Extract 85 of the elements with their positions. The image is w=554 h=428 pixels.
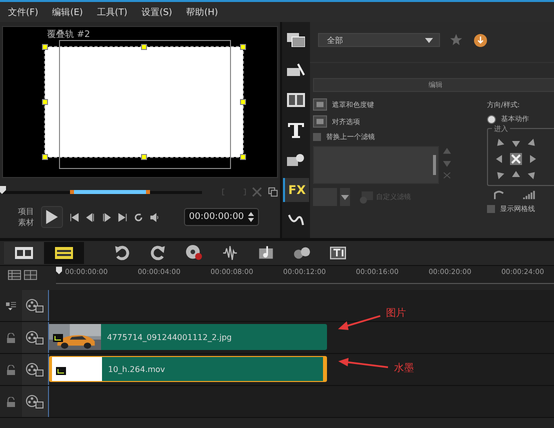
play-icon (46, 210, 58, 224)
resize-handle[interactable] (42, 99, 48, 105)
direction-arrow-icon[interactable] (526, 169, 538, 181)
annotation-text: 水墨 (394, 362, 414, 375)
circles-icon[interactable] (294, 245, 310, 261)
menu-item[interactable]: 文件(F) (8, 6, 38, 18)
lock-icon[interactable] (6, 332, 16, 342)
chapter-icon[interactable] (24, 270, 37, 280)
storyboard-icon (15, 247, 33, 259)
copy-icon[interactable] (268, 187, 278, 197)
radio-button[interactable] (487, 114, 496, 124)
resize-handle[interactable] (141, 44, 147, 50)
play-button[interactable] (41, 206, 63, 228)
mode-label[interactable]: 项目 (18, 206, 34, 217)
video-thumbnail (52, 357, 102, 381)
spinner-arrows-icon[interactable] (248, 211, 254, 223)
mode-label[interactable]: 素材 (18, 217, 34, 228)
resize-handle[interactable] (240, 154, 246, 160)
resize-handle[interactable] (240, 99, 246, 105)
library-tab[interactable]: FX (283, 178, 309, 202)
clip-badge-icon (53, 334, 63, 342)
motion-icon[interactable] (493, 190, 505, 200)
track-lane[interactable]: 4775714_091244001112_2.jpg (49, 322, 554, 353)
dropdown-button[interactable] (340, 188, 350, 206)
resize-handle[interactable] (42, 44, 48, 50)
lock-icon[interactable] (6, 364, 16, 374)
template-icon (287, 63, 305, 77)
film-reel-icon (26, 394, 44, 408)
go-to-start-icon[interactable] (70, 212, 79, 222)
undo-icon[interactable] (114, 245, 130, 261)
path-icon (287, 213, 305, 227)
signal-bars-icon[interactable] (523, 190, 535, 200)
annotation-text: 图片 (386, 306, 406, 320)
image-clip[interactable]: 4775714_091244001112_2.jpg (49, 324, 327, 350)
transition-icon (287, 153, 305, 167)
resize-handle[interactable] (42, 154, 48, 160)
menu-item[interactable]: 编辑(E) (52, 6, 83, 18)
direction-arrow-icon[interactable] (494, 137, 506, 149)
resize-handle[interactable] (240, 44, 246, 50)
volume-icon[interactable] (150, 212, 159, 222)
film-reel-icon (26, 330, 44, 344)
menu-item[interactable]: 设置(S) (141, 6, 172, 18)
checkbox[interactable] (487, 205, 495, 213)
title-icon[interactable] (330, 245, 346, 261)
direction-arrow-icon[interactable] (494, 169, 506, 181)
track-manager-icon[interactable] (8, 270, 21, 280)
download-icon[interactable] (474, 34, 487, 46)
timeline-icon (55, 247, 73, 259)
film-reel-icon (26, 298, 44, 312)
music-icon[interactable] (258, 245, 274, 261)
timecode-field[interactable]: 00:00:00:00 (184, 208, 259, 226)
playhead-handle[interactable] (0, 186, 6, 194)
menu-item[interactable]: 工具(T) (96, 6, 128, 18)
redo-icon[interactable] (150, 245, 166, 261)
split-panel-icon (287, 93, 305, 107)
clip-badge-icon (56, 367, 66, 375)
timeline-view-button[interactable] (44, 242, 84, 264)
caret-icon (425, 38, 433, 42)
center-icon[interactable] (510, 153, 522, 165)
menu-item[interactable]: 帮助(H) (186, 6, 218, 18)
lock-icon[interactable] (6, 396, 16, 406)
overlay-label: 覆叠轨 #2 (47, 28, 90, 41)
track-options-icon[interactable] (6, 300, 16, 310)
audio-wave-icon[interactable] (222, 245, 238, 261)
resize-handle[interactable] (141, 154, 147, 160)
favorite-star-icon[interactable] (450, 34, 464, 46)
mask-icon[interactable] (313, 98, 327, 111)
record-icon[interactable] (186, 245, 202, 261)
text-icon (287, 122, 305, 138)
playhead-marker-icon[interactable] (56, 266, 62, 275)
checkbox[interactable] (313, 133, 321, 141)
film-reel-icon (26, 362, 44, 376)
repeat-icon[interactable] (134, 212, 143, 222)
storyboard-view-button[interactable] (4, 242, 44, 264)
media-icon (287, 33, 305, 47)
align-icon[interactable] (313, 115, 327, 128)
annotation-arrow (338, 314, 382, 332)
next-frame-icon[interactable] (102, 212, 111, 222)
go-to-end-icon[interactable] (118, 212, 127, 222)
previous-frame-icon[interactable] (86, 212, 95, 222)
category-dropdown[interactable]: 全部 (318, 33, 440, 47)
direction-arrow-icon[interactable] (526, 137, 538, 149)
caret-icon (341, 194, 349, 200)
video-clip[interactable]: 10_h.264.mov (49, 356, 327, 382)
filter-icon (359, 190, 373, 204)
